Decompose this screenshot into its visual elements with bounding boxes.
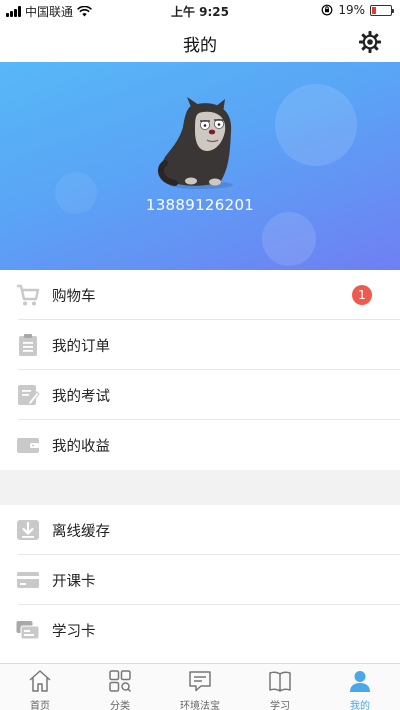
cart-icon xyxy=(17,284,40,306)
menu-item-label: 我的订单 xyxy=(52,338,110,355)
menu-item-label: 我的收益 xyxy=(52,438,110,455)
menu-item-exams[interactable]: 我的考试 xyxy=(0,370,400,420)
menu-item-label: 学习卡 xyxy=(52,623,96,640)
tab-bar: 首页 分类 环境法宝 学习 我的 xyxy=(0,663,400,710)
menu-item-course-card[interactable]: 开课卡 xyxy=(0,555,400,605)
decor-bubble xyxy=(275,84,357,166)
menu-item-offline-cache[interactable]: 离线缓存 xyxy=(0,505,400,555)
tab-env-law[interactable]: 环境法宝 xyxy=(160,664,240,710)
exam-icon xyxy=(18,385,40,406)
tab-home[interactable]: 首页 xyxy=(0,664,80,710)
wallet-icon xyxy=(17,438,39,453)
battery-percent: 19% xyxy=(338,3,365,17)
menu-item-label: 开课卡 xyxy=(52,573,96,590)
profile-header: 13889126201 xyxy=(0,62,400,270)
book-icon xyxy=(269,671,291,692)
avatar[interactable] xyxy=(155,97,240,192)
grid-icon xyxy=(109,670,132,693)
battery-icon xyxy=(370,4,394,16)
card-icon xyxy=(17,572,39,588)
tab-label: 环境法宝 xyxy=(180,701,220,710)
tab-label: 学习 xyxy=(270,701,290,710)
menu-item-earnings[interactable]: 我的收益 xyxy=(0,420,400,470)
cart-count-badge: 1 xyxy=(352,285,372,305)
home-icon xyxy=(29,670,51,692)
status-right: 19% xyxy=(321,3,394,17)
tab-study[interactable]: 学习 xyxy=(240,664,320,710)
tab-label: 分类 xyxy=(110,701,130,710)
tab-label: 我的 xyxy=(350,701,370,710)
menu-item-label: 我的考试 xyxy=(52,388,110,405)
menu-item-study-card[interactable]: 学习卡 xyxy=(0,605,400,655)
chat-icon xyxy=(189,671,211,692)
tab-mine[interactable]: 我的 xyxy=(320,664,400,710)
menu-item-label: 离线缓存 xyxy=(52,523,110,540)
tab-category[interactable]: 分类 xyxy=(80,664,160,710)
menu-item-label: 购物车 xyxy=(52,288,96,305)
menu-item-orders[interactable]: 我的订单 xyxy=(0,320,400,370)
user-icon xyxy=(350,671,370,692)
rotation-lock-icon xyxy=(321,4,333,16)
status-bar: 中国联通 上午 9:25 19% xyxy=(0,0,400,22)
clipboard-icon xyxy=(19,334,37,356)
nav-bar: 我的 xyxy=(0,22,400,62)
menu-group-tools: 离线缓存 开课卡 学习卡 xyxy=(0,505,400,663)
profile-phone[interactable]: 13889126201 xyxy=(0,196,400,214)
decor-bubble xyxy=(262,212,316,266)
download-icon xyxy=(17,520,39,540)
menu-item-cart[interactable]: 购物车 1 xyxy=(0,270,400,320)
menu-group-account: 购物车 1 我的订单 我的考试 我的收益 xyxy=(0,270,400,470)
cards-icon xyxy=(16,621,40,640)
gear-icon[interactable] xyxy=(358,30,382,54)
tab-label: 首页 xyxy=(30,701,50,710)
page-title: 我的 xyxy=(183,36,217,56)
